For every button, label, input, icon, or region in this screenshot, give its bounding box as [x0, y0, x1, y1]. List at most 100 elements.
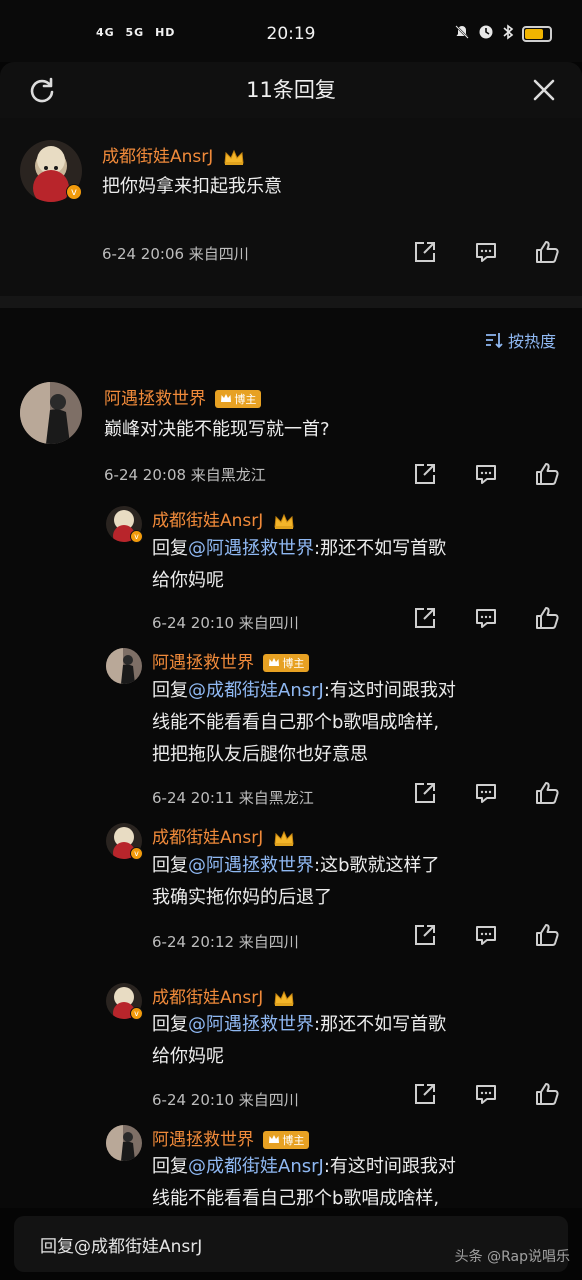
comment-meta: 6-24 20:11 来自黑龙江	[152, 789, 314, 807]
like-button[interactable]	[534, 461, 560, 487]
like-icon	[536, 924, 559, 946]
avatar[interactable]	[106, 648, 142, 684]
username-text[interactable]: 阿遇拯救世界	[104, 389, 206, 409]
like-button[interactable]	[534, 605, 560, 631]
comment-icon	[476, 243, 496, 262]
username-text[interactable]: 成都街娃AnsrJ	[152, 988, 263, 1008]
share-button[interactable]	[412, 605, 438, 631]
crown-icon	[274, 513, 294, 529]
username-text[interactable]: 成都街娃AnsrJ	[152, 828, 263, 848]
author-badge-label: 博主	[234, 393, 257, 406]
comment-icon	[476, 465, 496, 484]
like-icon	[536, 1083, 559, 1105]
username-text[interactable]: 成都街娃AnsrJ	[102, 147, 213, 167]
share-icon	[415, 783, 435, 803]
mention-link[interactable]: @成都街娃AnsrJ	[188, 1156, 324, 1177]
username-text[interactable]: 阿遇拯救世界	[152, 653, 254, 673]
avatar[interactable]	[106, 1125, 142, 1161]
comment-icon	[476, 609, 496, 628]
comment-text: 回复@成都街娃AnsrJ:有这时间跟我对	[152, 1151, 456, 1183]
sort-icon	[485, 333, 503, 349]
comment-meta: 6-24 20:12 来自四川	[152, 933, 299, 951]
mention-link[interactable]: @阿遇拯救世界	[188, 538, 314, 559]
reply-button[interactable]	[473, 605, 499, 631]
share-button[interactable]	[412, 1081, 438, 1107]
close-button[interactable]	[524, 70, 564, 110]
original-comment: v 成都街娃AnsrJ 把你妈拿来扣起我乐意 6-24 20:06 来自四川	[0, 118, 582, 296]
share-button[interactable]	[412, 780, 438, 806]
share-icon	[415, 1084, 435, 1104]
reply-text: :这b歌就这样了	[314, 855, 440, 876]
reply-input-placeholder[interactable]: 回复@成都街娃AnsrJ	[40, 1232, 202, 1257]
status-icons	[454, 24, 552, 44]
share-button[interactable]	[412, 239, 438, 265]
avatar[interactable]	[20, 382, 82, 444]
alarm-icon	[478, 24, 494, 44]
comment-username[interactable]: 成都街娃AnsrJ	[152, 506, 295, 531]
crown-icon	[224, 149, 244, 165]
replies-header: 11条回复	[0, 62, 582, 118]
verified-icon: v	[130, 847, 143, 860]
comment-text: 巅峰对决能不能现写就一首?	[104, 419, 330, 440]
share-icon	[415, 608, 435, 628]
like-button[interactable]	[534, 1081, 560, 1107]
like-icon	[536, 782, 559, 804]
reply-button[interactable]	[473, 922, 499, 948]
comment-text-line: 我确实拖你妈的后退了	[152, 887, 332, 908]
verified-icon: v	[130, 1007, 143, 1020]
reply-prefix: 回复	[152, 855, 188, 876]
comment-text: 回复@成都街娃AnsrJ:有这时间跟我对	[152, 675, 456, 707]
comment-text-line: 给你妈呢	[152, 1046, 224, 1067]
comment-text-line: 给你妈呢	[152, 570, 224, 591]
comment-meta: 6-24 20:06 来自四川	[102, 245, 249, 263]
comment-username[interactable]: 成都街娃AnsrJ	[152, 823, 295, 848]
reply-prefix: 回复	[152, 1014, 188, 1035]
mute-icon	[454, 24, 470, 44]
comment-username[interactable]: 成都街娃AnsrJ	[152, 983, 295, 1008]
crown-icon	[274, 830, 294, 846]
reply-button[interactable]	[473, 461, 499, 487]
watermark: 头条 @Rap说唱乐	[454, 1249, 570, 1265]
share-icon	[415, 464, 435, 484]
reply-prefix: 回复	[152, 1156, 188, 1177]
reply-button[interactable]	[473, 239, 499, 265]
comment-actions	[412, 922, 560, 948]
comment-username[interactable]: 成都街娃AnsrJ	[102, 142, 245, 167]
reply-text: :有这时间跟我对	[323, 680, 456, 701]
page-title: 11条回复	[246, 78, 336, 102]
close-icon	[533, 79, 555, 101]
comment-text-line: 把把拖队友后腿你也好意思	[152, 744, 368, 765]
status-bar: 4G 5G HD 20:19	[0, 0, 582, 62]
username-text[interactable]: 成都街娃AnsrJ	[152, 511, 263, 531]
author-badge: 博主	[263, 1131, 310, 1149]
like-icon	[536, 241, 559, 263]
sort-label[interactable]: 按热度	[508, 328, 556, 352]
comment-actions	[412, 239, 560, 265]
like-button[interactable]	[534, 239, 560, 265]
sort-by-hot-button[interactable]: 按热度	[484, 328, 556, 352]
comment-icon	[476, 784, 496, 803]
author-badge: 博主	[263, 654, 310, 672]
reply-button[interactable]	[473, 780, 499, 806]
share-button[interactable]	[412, 922, 438, 948]
comment-username[interactable]: 阿遇拯救世界 博主	[152, 648, 310, 673]
username-text[interactable]: 阿遇拯救世界	[152, 1130, 254, 1150]
comment-text: 回复@阿遇拯救世界:这b歌就这样了	[152, 850, 440, 882]
comment-username[interactable]: 阿遇拯救世界 博主	[104, 384, 262, 409]
mention-link[interactable]: @阿遇拯救世界	[188, 855, 314, 876]
like-button[interactable]	[534, 780, 560, 806]
mention-link[interactable]: @阿遇拯救世界	[188, 1014, 314, 1035]
comment-username[interactable]: 阿遇拯救世界 博主	[152, 1125, 310, 1150]
author-badge: 博主	[215, 390, 262, 408]
reply-button[interactable]	[473, 1081, 499, 1107]
author-badge-label: 博主	[282, 1134, 305, 1147]
comment-text: 把你妈拿来扣起我乐意	[102, 176, 282, 197]
comment-icon	[476, 1085, 496, 1104]
share-button[interactable]	[412, 461, 438, 487]
comment-actions	[412, 605, 560, 631]
mention-link[interactable]: @成都街娃AnsrJ	[188, 680, 324, 701]
comment-text: 回复@阿遇拯救世界:那还不如写首歌	[152, 1009, 446, 1041]
section-divider	[0, 296, 582, 308]
like-button[interactable]	[534, 922, 560, 948]
comment-actions	[412, 1081, 560, 1107]
